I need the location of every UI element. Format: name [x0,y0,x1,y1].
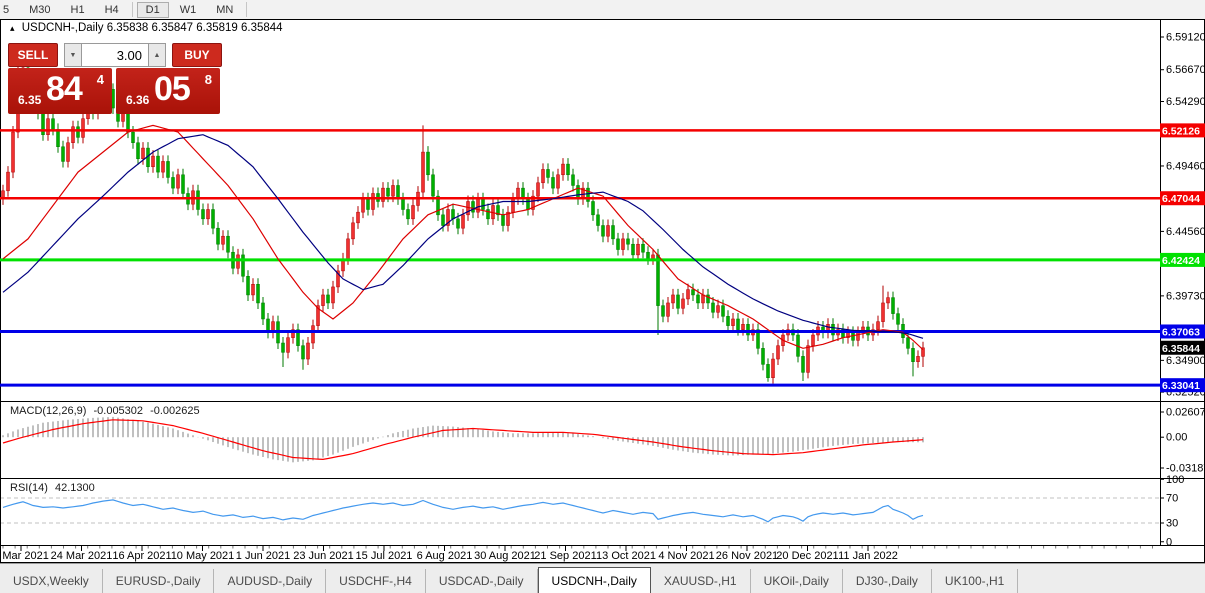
timeframe-button-5[interactable]: 5 [0,2,18,18]
svg-text:6.34900: 6.34900 [1166,355,1205,367]
svg-text:30 Aug 2021: 30 Aug 2021 [474,550,536,562]
svg-text:70: 70 [1166,493,1178,505]
macd-name: MACD(12,26,9) [10,405,86,417]
rsi-value: 42.1300 [55,482,95,494]
svg-text:6.49460: 6.49460 [1166,160,1205,172]
symbol-tab-usdcad-daily[interactable]: USDCAD-,Daily [426,569,538,593]
chart-title: ▴ USDCNH-,Daily 6.35838 6.35847 6.35819 … [10,22,283,34]
buy-price-pips: 05 [154,70,190,109]
svg-text:10 May 2021: 10 May 2021 [171,550,235,562]
svg-text:6.42424: 6.42424 [1162,255,1200,267]
buy-quote-box[interactable]: 6.36 05 8 [116,68,220,114]
chart-symbol-label: USDCNH-,Daily [22,22,104,34]
svg-text:6.47044: 6.47044 [1162,193,1200,205]
symbol-tab-ukoil-daily[interactable]: UKOil-,Daily [751,569,843,593]
svg-text:1 Jun 2021: 1 Jun 2021 [236,550,290,562]
svg-text:6.52126: 6.52126 [1162,125,1200,137]
svg-text:100: 100 [1166,474,1184,486]
volume-increase-button[interactable]: ▲ [148,43,166,67]
sell-price-prefix: 6.35 [18,93,41,107]
svg-text:24 Mar 2021: 24 Mar 2021 [51,550,113,562]
rsi-name: RSI(14) [10,482,48,494]
svg-text:6.59120: 6.59120 [1166,32,1205,44]
svg-text:30: 30 [1166,518,1178,530]
timeframe-button-h4[interactable]: H4 [96,2,128,18]
svg-text:13 Oct 2021: 13 Oct 2021 [596,550,656,562]
symbol-tab-audusd-daily[interactable]: AUDUSD-,Daily [214,569,326,593]
timeframe-button-mn[interactable]: MN [207,2,242,18]
trading-platform-window: 6.59120 6.56670 6.54290 6.49460 6.44560 6.397… [0,0,1205,593]
svg-text:0.00: 0.00 [1166,432,1187,444]
svg-text:-0.03187: -0.03187 [1166,463,1205,475]
svg-text:6.56670: 6.56670 [1166,64,1205,76]
volume-stepper: ▼ 3.00 ▲ [64,43,166,67]
timeframe-button-w1[interactable]: W1 [171,2,206,18]
symbol-tab-uk100-h1[interactable]: UK100-,H1 [932,569,1018,593]
svg-text:6.35844: 6.35844 [1162,343,1200,355]
symbol-tab-bar: USDX,WeeklyEURUSD-,DailyAUDUSD-,DailyUSD… [0,563,1205,593]
svg-text:0: 0 [1166,536,1172,548]
rsi-indicator-label: RSI(14) 42.1300 [10,482,99,494]
volume-decrease-button[interactable]: ▼ [64,43,82,67]
svg-text:6 Aug 2021: 6 Aug 2021 [417,550,473,562]
svg-text:6.54290: 6.54290 [1166,96,1205,108]
macd-signal-value: -0.002625 [150,405,200,417]
macd-indicator-label: MACD(12,26,9) -0.005302 -0.002625 [10,405,204,417]
svg-text:6.33041: 6.33041 [1162,380,1200,392]
svg-text:23 Jun 2021: 23 Jun 2021 [293,550,354,562]
toolbar-separator [246,2,247,17]
svg-text:21 Sep 2021: 21 Sep 2021 [534,550,596,562]
svg-text:16 Apr 2021: 16 Apr 2021 [112,550,171,562]
symbol-tab-usdcnh-daily[interactable]: USDCNH-,Daily [538,567,651,593]
chevron-up-icon: ▲ [154,52,161,59]
svg-text:6.37063: 6.37063 [1162,326,1200,338]
svg-text:6.44560: 6.44560 [1166,226,1205,238]
svg-text:11 Jan 2022: 11 Jan 2022 [838,550,898,562]
symbol-tab-eurusd-daily[interactable]: EURUSD-,Daily [103,569,215,593]
timeframe-button-h1[interactable]: H1 [62,2,94,18]
sell-price-point: 4 [97,72,104,87]
chevron-down-icon: ▼ [70,52,77,59]
volume-input[interactable]: 3.00 [82,43,148,67]
svg-text:2 Mar 2021: 2 Mar 2021 [0,550,49,562]
timeframe-button-d1[interactable]: D1 [137,2,169,18]
svg-text:15 Jul 2021: 15 Jul 2021 [356,550,413,562]
timeframe-toolbar: 5M30H1H4 D1W1MN [0,0,1205,19]
timeframe-button-m30[interactable]: M30 [20,2,59,18]
svg-text:26 Nov 2021: 26 Nov 2021 [716,550,778,562]
svg-text:0.02607: 0.02607 [1166,407,1205,419]
sell-button[interactable]: SELL [8,43,58,67]
buy-price-prefix: 6.36 [126,93,149,107]
sell-price-pips: 84 [46,70,82,109]
sell-quote-box[interactable]: 6.35 84 4 [8,68,112,114]
buy-button[interactable]: BUY [172,43,222,67]
symbol-tab-usdchf-h4[interactable]: USDCHF-,H4 [326,569,426,593]
collapse-panel-icon[interactable]: ▴ [10,23,15,33]
svg-text:6.39730: 6.39730 [1166,290,1205,302]
symbol-tab-xauusd-h1[interactable]: XAUUSD-,H1 [651,569,751,593]
toolbar-separator [132,2,133,17]
symbol-tab-usdx-weekly[interactable]: USDX,Weekly [0,569,103,593]
chart-ohlc-values: 6.35838 6.35847 6.35819 6.35844 [107,22,283,34]
macd-value: -0.005302 [93,405,143,417]
svg-text:4 Nov 2021: 4 Nov 2021 [658,550,714,562]
svg-text:20 Dec 2021: 20 Dec 2021 [776,550,838,562]
one-click-trade-panel: SELL ▼ 3.00 ▲ BUY 6.35 84 4 6.36 05 8 [8,43,222,114]
symbol-tab-dj30-daily[interactable]: DJ30-,Daily [843,569,932,593]
buy-price-point: 8 [205,72,212,87]
